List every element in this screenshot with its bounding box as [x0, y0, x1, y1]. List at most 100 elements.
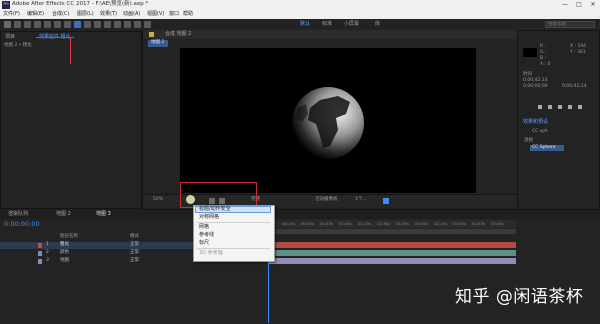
- camera-select[interactable]: 活动摄像机: [315, 197, 338, 203]
- menu-layer[interactable]: 图层(L): [77, 12, 94, 17]
- layer-name[interactable]: 颜色: [60, 250, 69, 256]
- layer-label-color[interactable]: [38, 251, 42, 256]
- menu-edit[interactable]: 编辑(E): [27, 12, 44, 17]
- tab-underline-highlight: [36, 37, 74, 38]
- type-tool-icon[interactable]: [94, 21, 101, 28]
- menu-item-grid[interactable]: 网格: [199, 225, 209, 230]
- ae-logo-icon: Ae: [2, 1, 10, 9]
- effects-search[interactable]: CC sph: [532, 129, 548, 135]
- layer-label-color[interactable]: [38, 243, 42, 248]
- info-b: B :: [540, 56, 547, 61]
- info-y: Y : 361: [570, 50, 586, 55]
- next-frame-icon[interactable]: [568, 105, 572, 109]
- layer-label-color[interactable]: [38, 259, 42, 264]
- menu-window[interactable]: 窗口: [169, 12, 179, 17]
- menu-animation[interactable]: 动画(A): [123, 12, 140, 17]
- tab-render-queue[interactable]: 渲染队列: [8, 212, 28, 217]
- menu-item-rulers[interactable]: 标尺: [199, 241, 209, 246]
- info-a: A : 0: [540, 62, 551, 67]
- ruler-tick: 02:00s: [415, 221, 428, 226]
- tab-composition[interactable]: 合成 地图 2: [165, 32, 191, 37]
- views-select[interactable]: 1个...: [355, 197, 367, 203]
- breadcrumb: 地图 2 • 粗化: [4, 43, 32, 48]
- stamp-tool-icon[interactable]: [114, 21, 121, 28]
- info-x: X : 194: [570, 44, 587, 49]
- viewer-subtab[interactable]: 地图 2: [148, 40, 168, 47]
- time-start: 0;00;00;00: [523, 84, 548, 89]
- ruler-tick: 03:00s: [491, 221, 504, 226]
- layer-number: 3: [46, 258, 49, 263]
- layer-mode[interactable]: 正常: [130, 250, 139, 256]
- layer-duration-bar[interactable]: [268, 250, 516, 256]
- menu-item-title-action-safe[interactable]: 标题/动作安全: [199, 207, 231, 212]
- menu-help[interactable]: 帮助: [183, 12, 193, 17]
- roto-brush-tool-icon[interactable]: [134, 21, 141, 28]
- fast-preview-icon[interactable]: [383, 198, 389, 204]
- ruler-tick: 01:45s: [396, 221, 409, 226]
- lock-icon: [149, 32, 154, 37]
- pen-tool-icon[interactable]: [84, 21, 91, 28]
- ruler-tick: 00:45s: [320, 221, 333, 226]
- annotation-pointer-line: [70, 37, 71, 64]
- timeline-timecode[interactable]: 0:00:00:00: [4, 221, 40, 228]
- rectangle-tool-icon[interactable]: [74, 21, 81, 28]
- menu-file[interactable]: 文件(F): [3, 12, 20, 17]
- layer-number: 1: [46, 242, 49, 247]
- composition-viewer[interactable]: [180, 48, 476, 193]
- layer-name[interactable]: 粗化: [60, 242, 69, 248]
- info-r: R :: [540, 44, 547, 49]
- window-title: Adobe After Effects CC 2017 - F:\AE\预览(新…: [12, 1, 149, 7]
- home-icon[interactable]: [4, 21, 11, 28]
- ruler-tick: 02:30s: [453, 221, 466, 226]
- time-ruler[interactable]: 00:15s 00:30s 00:45s 01:00s 01:15s 01:30…: [268, 220, 516, 228]
- minimize-button[interactable]: —: [558, 1, 572, 9]
- watermark: 知乎 @闲语茶杯: [455, 287, 584, 307]
- work-area-bar[interactable]: [268, 229, 516, 234]
- ruler-tick: 00:30s: [301, 221, 314, 226]
- layer-number: 2: [46, 250, 49, 255]
- rotate-tool-icon[interactable]: [44, 21, 51, 28]
- zoom-tool-icon[interactable]: [34, 21, 41, 28]
- workspace-standard[interactable]: 标准: [322, 22, 332, 27]
- layer-mode[interactable]: 正常: [130, 242, 139, 248]
- menu-item-proportional-grid[interactable]: 对称网格: [199, 215, 219, 220]
- ruler-tick: 02:45s: [472, 221, 485, 226]
- tab-comp-map2[interactable]: 地图 2: [56, 212, 71, 217]
- layer-name[interactable]: 地图: [60, 258, 69, 264]
- last-frame-icon[interactable]: [578, 105, 582, 109]
- close-button[interactable]: ✕: [586, 1, 600, 9]
- menu-view[interactable]: 视图(V): [147, 12, 164, 17]
- menu-item-guides[interactable]: 参考线: [199, 233, 214, 238]
- selection-tool-icon[interactable]: [14, 21, 21, 28]
- brush-tool-icon[interactable]: [104, 21, 111, 28]
- tab-effects-presets[interactable]: 效果和预设: [523, 120, 548, 125]
- workspace-default[interactable]: 默认: [300, 22, 310, 27]
- menu-effect[interactable]: 效果(T): [100, 12, 117, 17]
- workspace-library[interactable]: 库: [375, 22, 380, 27]
- camera-tool-icon[interactable]: [54, 21, 61, 28]
- hand-tool-icon[interactable]: [24, 21, 31, 28]
- eraser-tool-icon[interactable]: [124, 21, 131, 28]
- layer-mode[interactable]: 正常: [130, 258, 139, 264]
- help-search-input[interactable]: [545, 21, 595, 28]
- workspace-small-screen[interactable]: 小屏幕: [344, 22, 359, 27]
- maximize-button[interactable]: □: [572, 1, 586, 9]
- viewer-subtab-label: 地图 2: [151, 40, 165, 45]
- grid-guides-icon[interactable]: [186, 195, 195, 204]
- tab-comp-map3[interactable]: 地图 3: [96, 212, 111, 217]
- menu-composition[interactable]: 合成(C): [52, 12, 69, 17]
- play-icon[interactable]: [558, 105, 562, 109]
- prev-frame-icon[interactable]: [548, 105, 552, 109]
- layer-duration-bar[interactable]: [268, 242, 516, 248]
- zoom-level[interactable]: 50%: [153, 197, 163, 203]
- ruler-tick: 01:00s: [339, 221, 352, 226]
- puppet-tool-icon[interactable]: [144, 21, 151, 28]
- tab-project[interactable]: 项目: [5, 35, 15, 40]
- column-layer-name: 图层名称: [60, 234, 78, 239]
- first-frame-icon[interactable]: [538, 105, 542, 109]
- layer-duration-bar[interactable]: [268, 258, 516, 264]
- pan-behind-tool-icon[interactable]: [64, 21, 71, 28]
- color-swatch: [523, 48, 537, 57]
- effects-category[interactable]: 透视: [524, 138, 533, 144]
- ruler-tick: 00:15s: [282, 221, 295, 226]
